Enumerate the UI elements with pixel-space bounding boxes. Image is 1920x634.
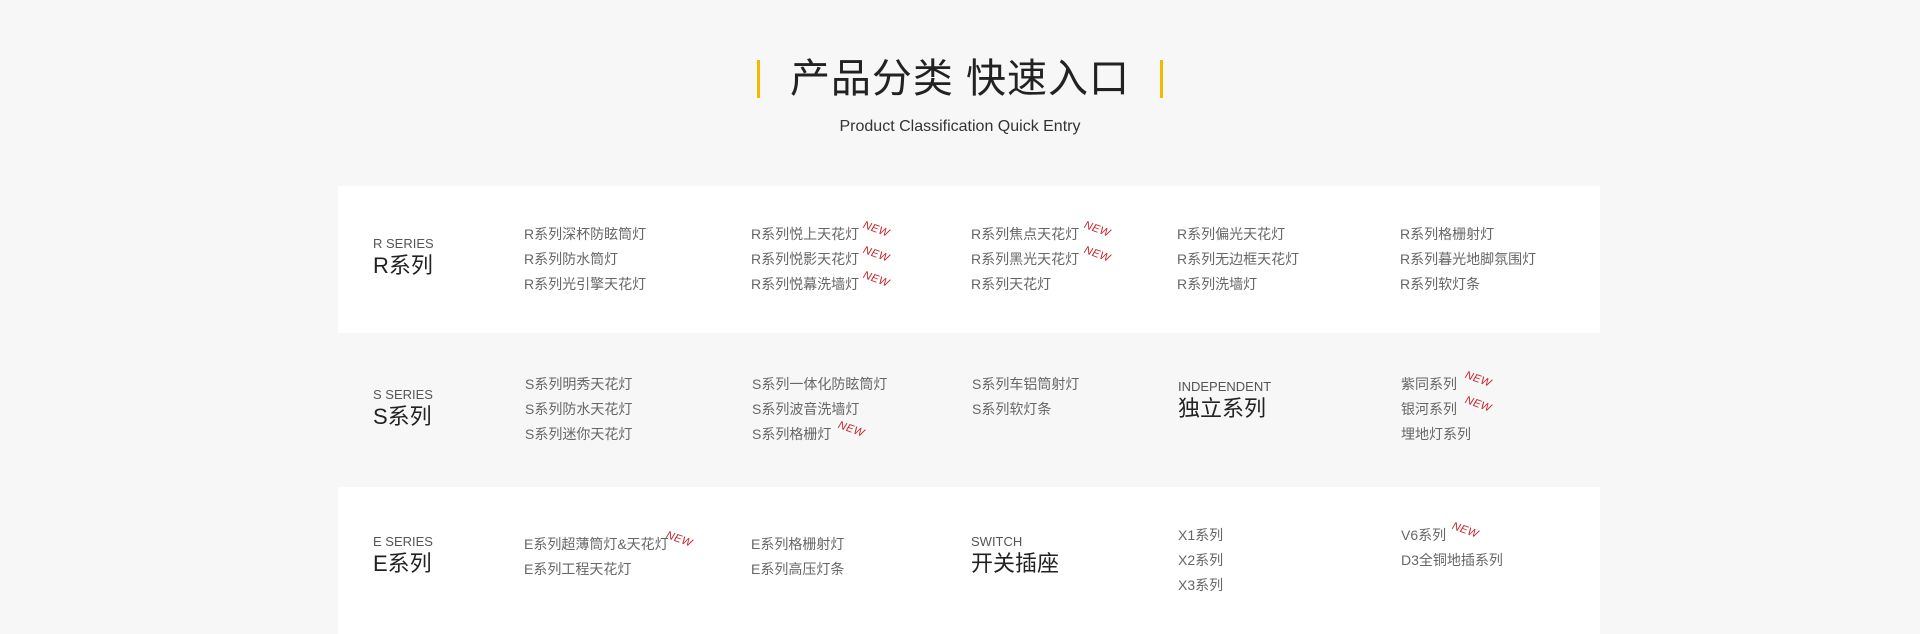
section-r-series: R SERIES R系列 R系列深杯防眩筒灯 R系列防水筒灯 R系列光引擎天花灯… (338, 186, 1600, 333)
e-column-2: E系列格栅射灯 E系列高压灯条 (751, 532, 844, 582)
product-link[interactable]: R系列深杯防眩筒灯 (524, 222, 646, 247)
product-link[interactable]: S系列明秀天花灯 (525, 372, 632, 397)
product-link[interactable]: S系列一体化防眩筒灯 (752, 372, 887, 397)
product-link[interactable]: S系列格栅灯 NEW (752, 419, 887, 447)
product-link[interactable]: R系列光引擎天花灯 (524, 272, 646, 297)
product-label: S系列格栅灯 (752, 426, 832, 442)
title-row: 产品分类 快速入口 (0, 52, 1920, 106)
product-link[interactable]: 埋地灯系列 (1401, 422, 1471, 447)
product-label: R系列悦幕洗墙灯 (751, 276, 860, 292)
product-link[interactable]: 紫同系列 NEW (1401, 369, 1493, 397)
independent-cn-label: 独立系列 (1178, 396, 1267, 421)
product-link[interactable]: E系列工程天花灯 (524, 557, 669, 582)
product-link[interactable]: R系列暮光地脚氛围灯 (1400, 247, 1536, 272)
product-link[interactable]: R系列黑光天花灯 NEW (971, 244, 1112, 272)
page-subtitle: Product Classification Quick Entry (839, 118, 1081, 135)
title-bar-left (756, 60, 760, 98)
series-heading-s[interactable]: S SERIES S系列 (373, 387, 433, 431)
product-label: R系列悦上天花灯 (751, 226, 860, 242)
product-link[interactable]: E系列高压灯条 (751, 557, 844, 582)
product-link[interactable]: E系列格栅射灯 (751, 532, 844, 557)
e-column-1: E系列超薄筒灯&天花灯 NEW E系列工程天花灯 (524, 529, 694, 582)
title-bar-right (1160, 60, 1164, 98)
product-link[interactable]: S系列车铝筒射灯 (972, 372, 1079, 397)
product-link[interactable]: D3全铜地插系列 (1401, 548, 1503, 573)
new-badge: NEW (1450, 520, 1481, 541)
independent-en-label: INDEPENDENT (1178, 379, 1272, 394)
series-heading-e[interactable]: E SERIES E系列 (373, 534, 433, 578)
product-link[interactable]: S系列防水天花灯 (525, 397, 632, 422)
section-s-series: S SERIES S系列 S系列明秀天花灯 S系列防水天花灯 S系列迷你天花灯 … (338, 333, 1600, 487)
product-link[interactable]: X2系列 (1178, 548, 1223, 573)
switch-series-heading[interactable]: SWITCH 开关插座 (971, 534, 1059, 578)
r-column-5: R系列格栅射灯 R系列暮光地脚氛围灯 R系列软灯条 (1400, 222, 1536, 297)
product-link[interactable]: R系列悦上天花灯 NEW (751, 219, 891, 247)
s-column-3: S系列车铝筒射灯 S系列软灯条 (972, 372, 1079, 422)
series-en-label: S SERIES (373, 387, 433, 402)
product-link[interactable]: X1系列 (1178, 523, 1223, 548)
series-en-label: E SERIES (373, 534, 433, 549)
product-label: R系列悦影天花灯 (751, 251, 860, 267)
r-column-3: R系列焦点天花灯 NEW R系列黑光天花灯 NEW R系列天花灯 (971, 219, 1112, 297)
independent-series-heading[interactable]: INDEPENDENT 独立系列 (1178, 379, 1271, 423)
product-link[interactable]: V6系列 NEW (1401, 520, 1503, 548)
switch-en-label: SWITCH (971, 534, 1023, 549)
product-link[interactable]: R系列偏光天花灯 (1177, 222, 1299, 247)
series-cn-label: R系列 (373, 253, 433, 278)
product-label: V6系列 (1401, 527, 1447, 543)
section-e-series: E SERIES E系列 E系列超薄筒灯&天花灯 NEW E系列工程天花灯 E系列… (338, 487, 1600, 634)
page-header: 产品分类 快速入口 Product Classification Quick E… (0, 52, 1920, 136)
product-link[interactable]: S系列软灯条 (972, 397, 1079, 422)
product-link[interactable]: R系列洗墙灯 (1177, 272, 1299, 297)
product-link[interactable]: R系列悦影天花灯 NEW (751, 244, 891, 272)
series-heading-r[interactable]: R SERIES R系列 (373, 236, 434, 280)
r-column-4: R系列偏光天花灯 R系列无边框天花灯 R系列洗墙灯 (1177, 222, 1299, 297)
product-link[interactable]: R系列悦幕洗墙灯 NEW (751, 269, 891, 297)
product-label: 紫同系列 (1401, 376, 1457, 392)
product-label: 银河系列 (1401, 401, 1457, 417)
new-badge: NEW (1082, 244, 1113, 265)
e-column-5: V6系列 NEW D3全铜地插系列 (1401, 520, 1503, 573)
product-label: R系列焦点天花灯 (971, 226, 1080, 242)
series-cn-label: E系列 (373, 551, 432, 576)
s-column-2: S系列一体化防眩筒灯 S系列波音洗墙灯 S系列格栅灯 NEW (752, 372, 887, 447)
r-column-2: R系列悦上天花灯 NEW R系列悦影天花灯 NEW R系列悦幕洗墙灯 NEW (751, 219, 891, 297)
product-link[interactable]: R系列防水筒灯 (524, 247, 646, 272)
r-column-1: R系列深杯防眩筒灯 R系列防水筒灯 R系列光引擎天花灯 (524, 222, 646, 297)
product-label: E系列超薄筒灯&天花灯 (524, 536, 669, 552)
product-link[interactable]: E系列超薄筒灯&天花灯 NEW (524, 529, 694, 557)
product-label: R系列黑光天花灯 (971, 251, 1080, 267)
product-link[interactable]: S系列迷你天花灯 (525, 422, 632, 447)
product-link[interactable]: R系列天花灯 (971, 272, 1079, 297)
product-link[interactable]: R系列软灯条 (1400, 272, 1536, 297)
new-badge: NEW (861, 269, 892, 290)
s-column-5: 紫同系列 NEW 银河系列 NEW 埋地灯系列 (1401, 369, 1493, 447)
product-link[interactable]: 银河系列 NEW (1401, 394, 1493, 422)
switch-cn-label: 开关插座 (971, 551, 1060, 576)
product-link[interactable]: R系列焦点天花灯 NEW (971, 219, 1112, 247)
s-column-1: S系列明秀天花灯 S系列防水天花灯 S系列迷你天花灯 (525, 372, 632, 447)
e-column-4: X1系列 X2系列 X3系列 (1178, 523, 1223, 598)
product-link[interactable]: S系列波音洗墙灯 (752, 397, 887, 422)
product-link[interactable]: R系列无边框天花灯 (1177, 247, 1299, 272)
page-title: 产品分类 快速入口 (789, 57, 1131, 101)
series-en-label: R SERIES (373, 236, 434, 251)
product-link[interactable]: R系列格栅射灯 (1400, 222, 1536, 247)
product-link[interactable]: X3系列 (1178, 573, 1223, 598)
series-cn-label: S系列 (373, 404, 432, 429)
